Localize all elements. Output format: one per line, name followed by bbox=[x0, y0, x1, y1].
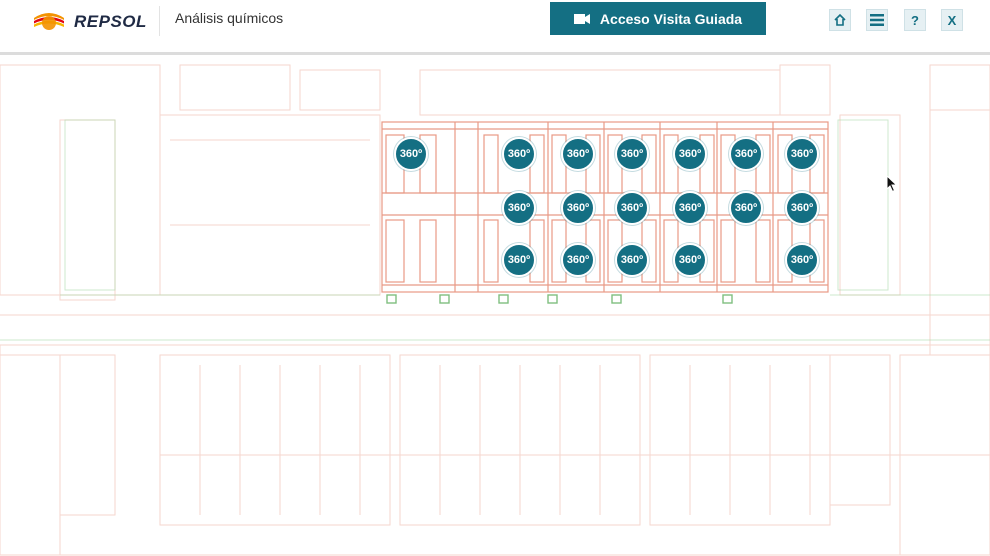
hotspot-360[interactable]: 360º bbox=[785, 243, 819, 277]
hotspot-label: 360º bbox=[790, 254, 814, 266]
hotspot-label: 360º bbox=[566, 254, 590, 266]
hotspot-label: 360º bbox=[734, 148, 758, 160]
help-icon: ? bbox=[911, 12, 919, 28]
floor-plan[interactable]: 360º 360º 360º 360º 360º 360º 360º 360º … bbox=[0, 55, 990, 556]
mouse-pointer-icon bbox=[886, 175, 898, 193]
home-icon bbox=[834, 13, 846, 26]
hotspot-360[interactable]: 360º bbox=[502, 191, 536, 225]
hotspot-360[interactable]: 360º bbox=[785, 191, 819, 225]
repsol-logo-icon bbox=[34, 13, 64, 30]
hotspot-label: 360º bbox=[734, 202, 758, 214]
close-button[interactable]: X bbox=[941, 9, 963, 31]
hotspot-label: 360º bbox=[790, 148, 814, 160]
hotspot-360[interactable]: 360º bbox=[615, 191, 649, 225]
hotspot-label: 360º bbox=[507, 202, 531, 214]
hotspot-360[interactable]: 360º bbox=[673, 243, 707, 277]
home-button[interactable] bbox=[829, 9, 851, 31]
repsol-logo[interactable]: REPSOL bbox=[32, 8, 146, 34]
help-button[interactable]: ? bbox=[904, 9, 926, 31]
header-bar: REPSOL Análisis químicos Acceso Visita G… bbox=[0, 0, 990, 55]
hotspot-360[interactable]: 360º bbox=[561, 191, 595, 225]
guided-visit-button[interactable]: Acceso Visita Guiada bbox=[550, 2, 766, 35]
hotspot-360[interactable]: 360º bbox=[394, 137, 428, 171]
hotspot-360[interactable]: 360º bbox=[502, 243, 536, 277]
hotspot-360[interactable]: 360º bbox=[502, 137, 536, 171]
hotspot-label: 360º bbox=[790, 202, 814, 214]
hotspot-label: 360º bbox=[507, 254, 531, 266]
guided-visit-label: Acceso Visita Guiada bbox=[599, 10, 743, 27]
close-icon: X bbox=[947, 12, 957, 28]
floor-plan-drawing bbox=[0, 64, 990, 556]
hotspot-360[interactable]: 360º bbox=[673, 137, 707, 171]
menu-button[interactable] bbox=[866, 9, 888, 31]
hotspot-360[interactable]: 360º bbox=[561, 243, 595, 277]
hotspot-label: 360º bbox=[678, 148, 702, 160]
hotspot-360[interactable]: 360º bbox=[561, 137, 595, 171]
hotspot-label: 360º bbox=[620, 148, 644, 160]
hotspot-label: 360º bbox=[678, 202, 702, 214]
hamburger-menu-icon bbox=[870, 14, 884, 26]
header-divider bbox=[159, 6, 160, 36]
hotspot-label: 360º bbox=[620, 254, 644, 266]
brand-name: REPSOL bbox=[74, 12, 147, 31]
hotspot-label: 360º bbox=[566, 202, 590, 214]
hotspot-360[interactable]: 360º bbox=[729, 137, 763, 171]
hotspot-360[interactable]: 360º bbox=[615, 137, 649, 171]
hotspot-360[interactable]: 360º bbox=[785, 137, 819, 171]
page-title: Análisis químicos bbox=[175, 10, 284, 26]
hotspot-360[interactable]: 360º bbox=[673, 191, 707, 225]
hotspot-360[interactable]: 360º bbox=[615, 243, 649, 277]
video-camera-icon bbox=[573, 13, 590, 24]
hotspot-label: 360º bbox=[399, 148, 423, 160]
hotspot-label: 360º bbox=[620, 202, 644, 214]
hotspot-label: 360º bbox=[678, 254, 702, 266]
hotspot-label: 360º bbox=[507, 148, 531, 160]
hotspot-360[interactable]: 360º bbox=[729, 191, 763, 225]
hotspot-label: 360º bbox=[566, 148, 590, 160]
